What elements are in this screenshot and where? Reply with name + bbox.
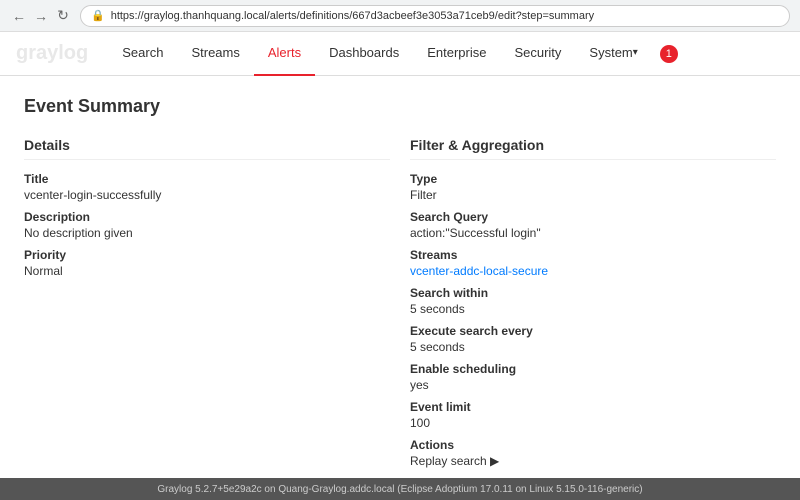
nav-security[interactable]: Security	[500, 32, 575, 76]
reload-button[interactable]: ↻	[54, 7, 72, 25]
browser-chrome: ← → ↻ 🔒 https://graylog.thanhquang.local…	[0, 0, 800, 32]
details-section-title: Details	[24, 137, 390, 160]
type-value: Filter	[410, 188, 776, 202]
description-label: Description	[24, 210, 390, 224]
description-value: No description given	[24, 226, 390, 240]
actions-value[interactable]: Replay search ▶	[410, 454, 776, 468]
enable-scheduling-label: Enable scheduling	[410, 362, 776, 376]
footer-text: Graylog 5.2.7+5e29a2c on Quang-Graylog.a…	[157, 484, 642, 495]
filter-aggregation-section: Filter & Aggregation Type Filter Search …	[410, 137, 776, 468]
lock-icon: 🔒	[91, 9, 105, 22]
search-query-value: action:"Successful login"	[410, 226, 776, 240]
nav-search[interactable]: Search	[108, 32, 177, 76]
execute-search-label: Execute search every	[410, 324, 776, 338]
filter-section-title: Filter & Aggregation	[410, 137, 776, 160]
priority-label: Priority	[24, 248, 390, 262]
search-within-value: 5 seconds	[410, 302, 776, 316]
navbar: graylog Search Streams Alerts Dashboards…	[0, 32, 800, 76]
event-limit-label: Event limit	[410, 400, 776, 414]
actions-label: Actions	[410, 438, 776, 452]
alert-badge: 1	[660, 45, 678, 63]
footer: Graylog 5.2.7+5e29a2c on Quang-Graylog.a…	[0, 478, 800, 500]
nav-streams[interactable]: Streams	[177, 32, 253, 76]
priority-value: Normal	[24, 264, 390, 278]
type-label: Type	[410, 172, 776, 186]
back-button[interactable]: ←	[10, 7, 28, 25]
brand-logo[interactable]: graylog	[16, 42, 88, 65]
enable-scheduling-value: yes	[410, 378, 776, 392]
execute-search-value: 5 seconds	[410, 340, 776, 354]
event-limit-value: 100	[410, 416, 776, 430]
nav-alerts[interactable]: Alerts	[254, 32, 315, 76]
main-content: Event Summary Details Title vcenter-logi…	[0, 76, 800, 478]
streams-link[interactable]: vcenter-addc-local-secure	[410, 264, 776, 278]
nav-dashboards[interactable]: Dashboards	[315, 32, 413, 76]
details-section: Details Title vcenter-login-successfully…	[24, 137, 390, 468]
address-bar[interactable]: 🔒 https://graylog.thanhquang.local/alert…	[80, 5, 790, 27]
brand-text: graylog	[16, 42, 88, 64]
top-sections: Details Title vcenter-login-successfully…	[24, 137, 776, 468]
title-label: Title	[24, 172, 390, 186]
title-value: vcenter-login-successfully	[24, 188, 390, 202]
nav-system[interactable]: System	[575, 32, 651, 76]
search-within-label: Search within	[410, 286, 776, 300]
nav-buttons: ← → ↻	[10, 7, 72, 25]
search-query-label: Search Query	[410, 210, 776, 224]
url-text: https://graylog.thanhquang.local/alerts/…	[111, 10, 779, 22]
page-title: Event Summary	[24, 96, 776, 117]
streams-label: Streams	[410, 248, 776, 262]
nav-items: Search Streams Alerts Dashboards Enterpr…	[108, 32, 784, 76]
forward-button[interactable]: →	[32, 7, 50, 25]
nav-enterprise[interactable]: Enterprise	[413, 32, 500, 76]
